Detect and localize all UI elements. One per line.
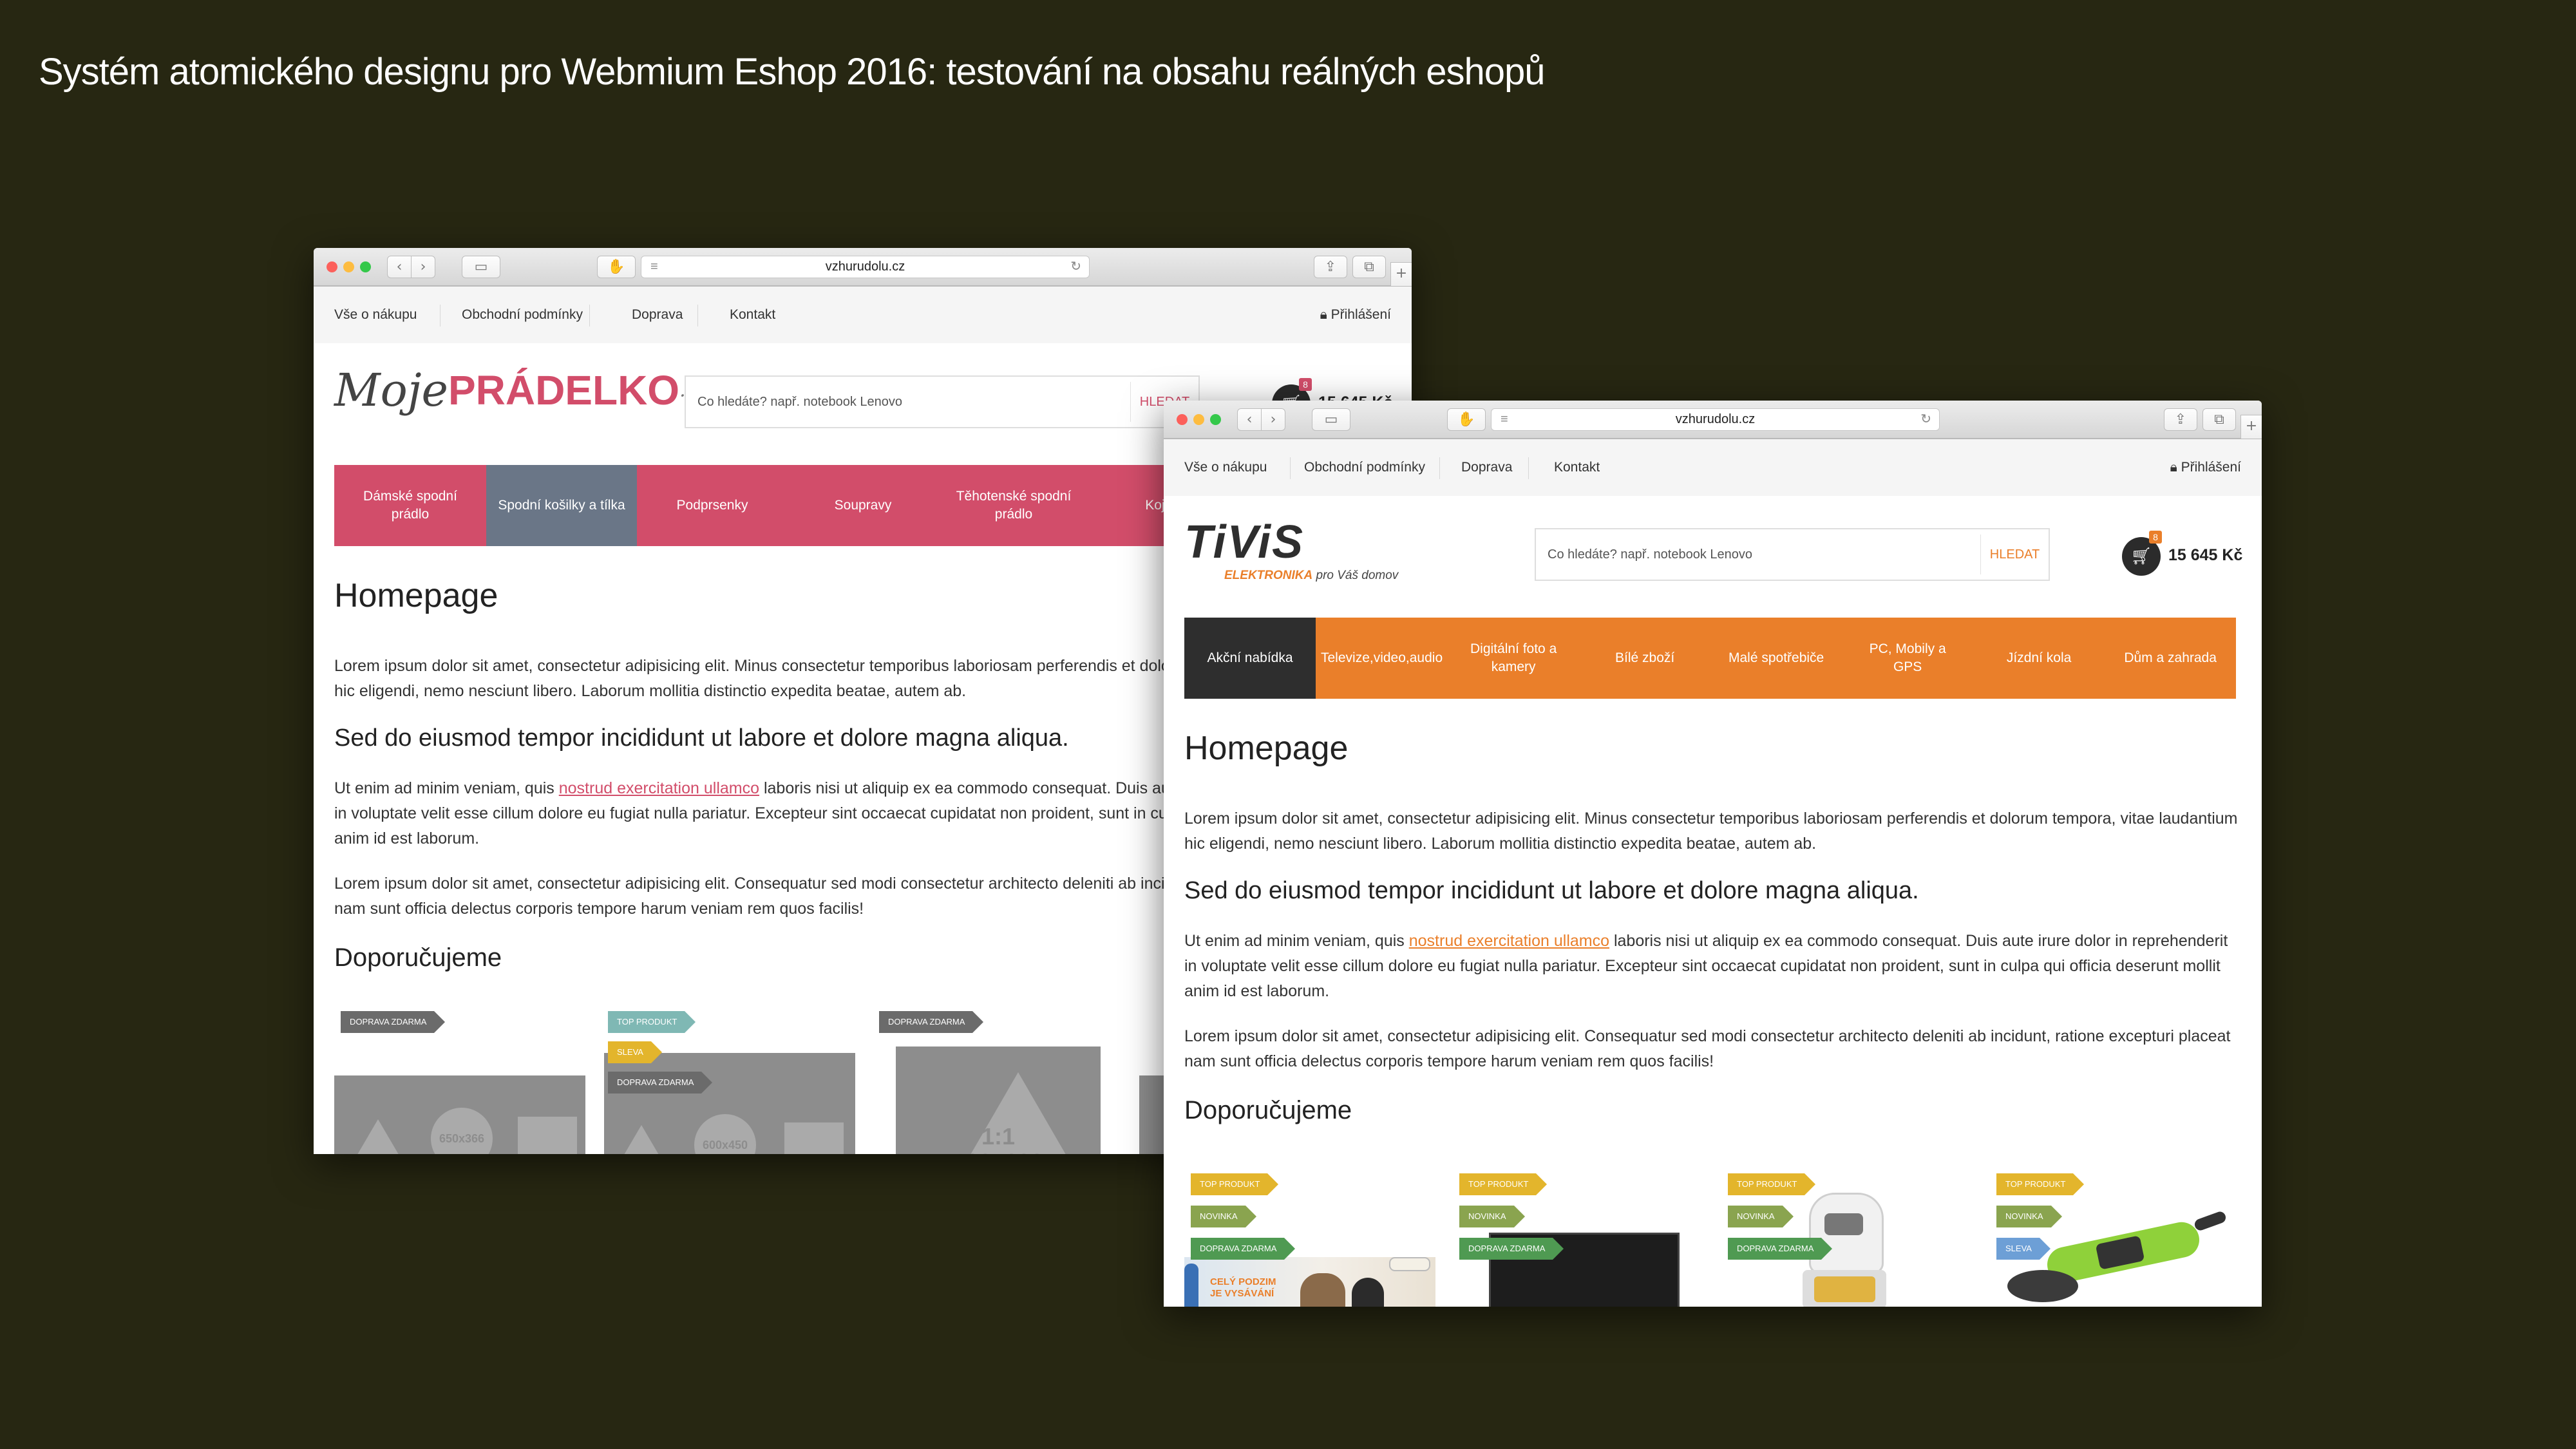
product-image-placeholder[interactable]: 600x450 xyxy=(604,1053,855,1154)
sale-tag: SLEVA xyxy=(1996,1238,2050,1260)
paragraph-text: Ut enim ad minim veniam, quis xyxy=(1184,932,1409,950)
page-title: Homepage xyxy=(1184,730,1349,767)
subheading: Sed do eiusmod tempor incididunt ut labo… xyxy=(334,724,1069,752)
subheading: Sed do eiusmod tempor incididunt ut labo… xyxy=(1184,877,1919,904)
shipping-tag: DOPRAVA ZDARMA xyxy=(1459,1238,1564,1260)
extension-icon[interactable]: ✋ xyxy=(597,256,636,278)
paragraph: Ut enim ad minim veniam, quis nostrud ex… xyxy=(1184,929,2240,1004)
top-product-tag: TOP PRODUKT xyxy=(1996,1173,2085,1195)
placeholder-size: 600x600 xyxy=(953,1149,1043,1155)
inline-link[interactable]: nostrud exercitation ullamco xyxy=(1409,932,1609,950)
paragraph: Lorem ipsum dolor sit amet, consectetur … xyxy=(1184,810,2238,853)
bone-illustration xyxy=(1389,1257,1430,1271)
tabs-overview-icon[interactable]: ⧉ xyxy=(2202,408,2236,431)
top-product-tag: TOP PRODUKT xyxy=(1728,1173,1816,1195)
page-title: Homepage xyxy=(334,577,498,614)
top-product-tag: TOP PRODUKT xyxy=(1191,1173,1279,1195)
back-arrow-icon[interactable]: ‹ xyxy=(1237,408,1262,431)
shipping-tag: DOPRAVA ZDARMA xyxy=(341,1011,446,1033)
zoom-window-button[interactable] xyxy=(1210,414,1221,425)
vacuum-illustration xyxy=(1184,1264,1198,1307)
section-title: Doporučujeme xyxy=(334,943,502,972)
new-tab-button[interactable]: + xyxy=(2240,415,2262,439)
minimize-window-button[interactable] xyxy=(343,261,354,272)
browser-toolbar: ‹ › ▭ ✋ ≡ vzhurudolu.cz ↻ ⇪ ⧉ + xyxy=(1164,401,2262,439)
reload-icon[interactable]: ↻ xyxy=(1070,256,1081,278)
minimize-window-button[interactable] xyxy=(1193,414,1204,425)
new-tag: NOVINKA xyxy=(1191,1206,1256,1227)
reader-icon[interactable]: ≡ xyxy=(1501,409,1508,430)
sale-tag: SLEVA xyxy=(608,1041,662,1063)
top-product-tag: TOP PRODUKT xyxy=(1459,1173,1548,1195)
sidebar-icon[interactable]: ▭ xyxy=(462,256,500,278)
new-tag: NOVINKA xyxy=(1728,1206,1793,1227)
browser-window-tivis: ‹ › ▭ ✋ ≡ vzhurudolu.cz ↻ ⇪ ⧉ + Vše o ná… xyxy=(1164,401,2262,1307)
forward-arrow-icon[interactable]: › xyxy=(1261,408,1285,431)
browser-toolbar: ‹ › ▭ ✋ ≡ vzhurudolu.cz ↻ ⇪ ⧉ + xyxy=(314,248,1412,287)
reload-icon[interactable]: ↻ xyxy=(1920,409,1931,430)
shipping-tag: DOPRAVA ZDARMA xyxy=(1728,1238,1833,1260)
shipping-tag: DOPRAVA ZDARMA xyxy=(1191,1238,1296,1260)
new-tag: NOVINKA xyxy=(1459,1206,1524,1227)
product-image-placeholder[interactable]: 1:1600x600 xyxy=(896,1046,1101,1154)
paragraph: Lorem ipsum dolor sit amet, consectetur … xyxy=(1184,1027,2231,1070)
share-icon[interactable]: ⇪ xyxy=(1314,256,1347,278)
zoom-window-button[interactable] xyxy=(360,261,371,272)
forward-arrow-icon[interactable]: › xyxy=(411,256,435,278)
paragraph-text: Ut enim ad minim veniam, quis xyxy=(334,779,559,797)
close-window-button[interactable] xyxy=(327,261,337,272)
share-icon[interactable]: ⇪ xyxy=(2164,408,2197,431)
address-bar[interactable]: ≡ vzhurudolu.cz ↻ xyxy=(1491,408,1940,431)
tabs-overview-icon[interactable]: ⧉ xyxy=(1352,256,1386,278)
shipping-tag: DOPRAVA ZDARMA xyxy=(879,1011,984,1033)
promo-text: CELÝ PODZIM JE VYSÁVÁNÍ xyxy=(1210,1276,1276,1299)
main-content: Homepage Lorem ipsum dolor sit amet, con… xyxy=(1184,439,2262,1307)
shipping-tag: DOPRAVA ZDARMA xyxy=(608,1072,713,1094)
product-image-placeholder[interactable]: 650x366 xyxy=(334,1075,585,1154)
placeholder-size: 600x450 xyxy=(702,1139,748,1151)
sidebar-icon[interactable]: ▭ xyxy=(1312,408,1350,431)
top-product-tag: TOP PRODUKT xyxy=(608,1011,696,1033)
cat-illustration xyxy=(1352,1278,1384,1307)
extension-icon[interactable]: ✋ xyxy=(1447,408,1486,431)
dog-illustration xyxy=(1300,1273,1345,1307)
section-title: Doporučujeme xyxy=(1184,1096,1352,1124)
back-arrow-icon[interactable]: ‹ xyxy=(387,256,412,278)
new-tab-button[interactable]: + xyxy=(1390,262,1412,286)
placeholder-ratio: 1:1 xyxy=(981,1123,1016,1150)
address-bar[interactable]: ≡ vzhurudolu.cz ↻ xyxy=(641,256,1090,278)
new-tag: NOVINKA xyxy=(1996,1206,2061,1227)
close-window-button[interactable] xyxy=(1177,414,1188,425)
url-text: vzhurudolu.cz xyxy=(825,260,905,274)
inline-link[interactable]: nostrud exercitation ullamco xyxy=(559,779,759,797)
webpage-tivis: Vše o nákupu Obchodní podmínky Doprava K… xyxy=(1164,439,2262,1307)
reader-icon[interactable]: ≡ xyxy=(650,256,658,278)
placeholder-size: 650x366 xyxy=(439,1132,485,1145)
url-text: vzhurudolu.cz xyxy=(1675,412,1756,426)
slide-title: Systém atomického designu pro Webmium Es… xyxy=(39,51,1545,93)
